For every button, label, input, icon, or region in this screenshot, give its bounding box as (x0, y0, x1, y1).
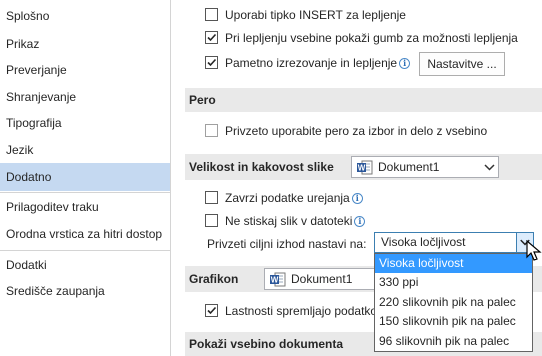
insert-key-label: Uporabi tipko INSERT za lepljenje (225, 8, 406, 22)
image-size-header-label: Velikost in kakovost slike (189, 160, 334, 174)
checkmark-icon (207, 58, 217, 67)
pen-section-header: Pero (185, 88, 542, 112)
properties-follow-label: Lastnosti spremljajo podatko (225, 304, 378, 318)
chevron-down-icon (484, 164, 495, 171)
default-target-select[interactable]: Visoka ločljivost (374, 232, 534, 253)
sidebar-item-language[interactable]: Jezik (0, 138, 170, 163)
show-paste-button-label: Pri lepljenju vsebine pokaži gumb za mož… (225, 31, 518, 45)
discard-edit-data-label: Zavrzi podatke urejanja (225, 191, 350, 205)
dropdown-option-high-fidelity[interactable]: Visoka ločljivost (375, 254, 532, 273)
no-compress-checkbox[interactable] (205, 214, 218, 227)
insert-key-checkbox[interactable] (205, 8, 218, 21)
properties-follow-checkbox[interactable] (205, 304, 218, 317)
default-target-dropdown-list: Visoka ločljivost 330 ppi 220 slikovnih … (374, 253, 533, 352)
checkmark-icon (207, 306, 217, 315)
word-document-icon: W (270, 272, 286, 287)
sidebar-item-proofing[interactable]: Preverjanje (0, 58, 170, 83)
sidebar-item-display[interactable]: Prikaz (0, 32, 170, 57)
sidebar-item-save[interactable]: Shranjevanje (0, 85, 170, 110)
no-compress-label: Ne stiskaj slik v datoteki (225, 214, 353, 228)
chart-document-select[interactable]: W Dokument1 (264, 268, 379, 290)
info-icon[interactable]: i (354, 216, 366, 228)
dropdown-option-150-ppi[interactable]: 150 slikovnih pik na palec (375, 312, 532, 331)
smart-cut-settings-button[interactable]: Nastavitve ... (419, 52, 505, 76)
show-paste-button-checkbox[interactable] (205, 31, 218, 44)
sidebar-item-add-ins[interactable]: Dodatki (0, 253, 170, 278)
chart-header-label: Grafikon (189, 272, 239, 286)
info-icon[interactable]: i (399, 58, 411, 70)
dropdown-option-96-ppi[interactable]: 96 slikovnih pik na palec (375, 332, 532, 351)
smart-cut-row: Pametno izrezovanje in lepljenje i (225, 54, 411, 72)
smart-cut-checkbox[interactable] (205, 56, 218, 69)
discard-edit-data-row: Zavrzi podatke urejanja i (225, 189, 363, 207)
default-target-label: Privzeti ciljni izhod nastavi na: (207, 237, 367, 251)
dropdown-option-330-ppi[interactable]: 330 ppi (375, 273, 532, 292)
discard-edit-data-checkbox[interactable] (205, 191, 218, 204)
default-target-value: Visoka ločljivost (381, 235, 466, 249)
sidebar-separator (0, 192, 170, 193)
sidebar-item-customize-ribbon[interactable]: Prilagoditev traku (0, 195, 170, 220)
smart-cut-label: Pametno izrezovanje in lepljenje (225, 56, 398, 70)
options-sidebar: Splošno Prikaz Preverjanje Shranjevanje … (0, 0, 171, 356)
dropdown-option-220-ppi[interactable]: 220 slikovnih pik na palec (375, 293, 532, 312)
sidebar-item-advanced[interactable]: Dodatno (0, 163, 170, 191)
info-icon[interactable]: i (351, 193, 363, 205)
sidebar-item-typography[interactable]: Tipografija (0, 111, 170, 136)
no-compress-row: Ne stiskaj slik v datoteki i (225, 212, 366, 230)
svg-text:W: W (271, 276, 279, 285)
sidebar-separator (0, 250, 170, 251)
word-document-icon: W (357, 160, 373, 175)
use-pen-checkbox (205, 124, 218, 137)
mouse-pointer-icon (526, 240, 542, 261)
image-size-document-select[interactable]: W Dokument1 (351, 156, 499, 178)
sidebar-item-general[interactable]: Splošno (0, 4, 170, 29)
sidebar-item-quick-access-toolbar[interactable]: Orodna vrstica za hitri dostop (0, 222, 170, 247)
use-pen-label: Privzeto uporabite pero za izbor in delo… (225, 124, 488, 138)
chart-document-value: Dokument1 (291, 272, 353, 286)
sidebar-item-trust-center[interactable]: Središče zaupanja (0, 279, 170, 304)
checkmark-icon (207, 33, 217, 42)
image-size-document-value: Dokument1 (378, 160, 440, 174)
svg-text:W: W (358, 164, 366, 173)
